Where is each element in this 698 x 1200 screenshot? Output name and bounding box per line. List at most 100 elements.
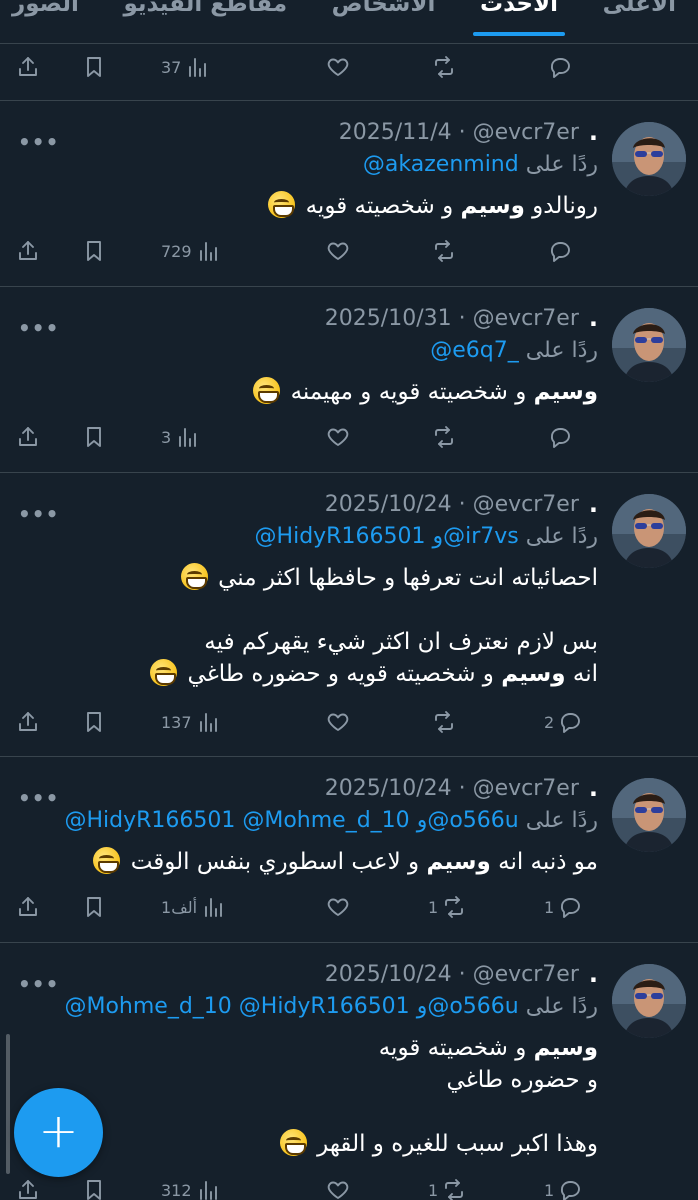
- tweet-text: وسيم و شخصيته قويه و مهيمنه: [38, 376, 598, 408]
- highlighted-word: وسيم: [533, 379, 598, 405]
- retweet-button[interactable]: [428, 707, 456, 737]
- views-button[interactable]: 3: [161, 422, 199, 452]
- heart-icon: [326, 895, 350, 919]
- avatar[interactable]: [612, 494, 686, 568]
- reply-button[interactable]: 1: [544, 1175, 582, 1200]
- tab-latest[interactable]: الأحدث: [480, 0, 558, 16]
- tweet[interactable]: ••• 2025/10/24 · @evcr7er. ردًا على @HidyR…: [0, 756, 698, 942]
- tweet[interactable]: ••• 2025/11/4 · @evcr7er. ردًا على @akazen…: [0, 100, 698, 286]
- like-button[interactable]: [326, 892, 350, 922]
- tweet-meta: 2025/10/24 · @evcr7er.: [325, 774, 598, 802]
- like-button[interactable]: [326, 1175, 350, 1200]
- views-count: 37: [161, 57, 182, 77]
- tab-photos[interactable]: الصور: [12, 0, 79, 16]
- bookmark-button[interactable]: [82, 236, 106, 266]
- tweet[interactable]: ••• 2025/10/31 · @evcr7er. ردًا على @e6q7_…: [0, 286, 698, 472]
- reply-button[interactable]: 2: [544, 707, 582, 737]
- text-segment: مو ذنبه انه: [490, 849, 598, 875]
- like-button[interactable]: [326, 236, 350, 266]
- compose-button[interactable]: +: [14, 1088, 103, 1177]
- views-button[interactable]: 312: [161, 1175, 220, 1200]
- tweet-date[interactable]: 2025/10/31: [325, 306, 452, 331]
- reply-mentions[interactable]: @HidyR166501 @Mohme_d_10 و@o566u: [64, 808, 518, 833]
- bookmark-button[interactable]: [82, 422, 106, 452]
- like-button[interactable]: [326, 52, 350, 82]
- retweet-button[interactable]: [428, 422, 456, 452]
- tweet-handle[interactable]: @evcr7er: [473, 962, 579, 987]
- tweet-text: احصائياته انت تعرفها و حافظها اكثر مني ب…: [38, 562, 598, 690]
- tweet-text-line: و حضوره طاغي: [38, 1064, 598, 1096]
- tab-people[interactable]: الأشخاص: [332, 0, 436, 16]
- search-results-page: الأعلى الأحدث الأشخاص مقاطع الفيديو الصو…: [0, 0, 698, 1200]
- retweet-button[interactable]: 1: [428, 892, 466, 922]
- share-button[interactable]: [16, 892, 40, 922]
- tweet-divider: [0, 286, 698, 287]
- replying-to: ردًا على @HidyR166501 @Mohme_d_10 و@o566…: [64, 808, 598, 833]
- views-button[interactable]: 1ألف: [161, 892, 225, 922]
- reply-button[interactable]: [544, 236, 572, 266]
- scrollbar[interactable]: [6, 1034, 10, 1174]
- tweet-handle[interactable]: @evcr7er: [473, 776, 579, 801]
- bookmark-button[interactable]: [82, 52, 106, 82]
- views-button[interactable]: 729: [161, 236, 220, 266]
- tweet-date[interactable]: 2025/11/4: [339, 120, 452, 145]
- retweet-button[interactable]: [428, 52, 456, 82]
- more-options-icon[interactable]: •••: [18, 786, 59, 810]
- reply-button[interactable]: [544, 52, 572, 82]
- bookmark-button[interactable]: [82, 892, 106, 922]
- avatar[interactable]: [612, 778, 686, 852]
- reply-icon: [548, 239, 572, 263]
- tweet-date[interactable]: 2025/10/24: [325, 962, 452, 987]
- tweet-date[interactable]: 2025/10/24: [325, 776, 452, 801]
- share-button[interactable]: [16, 236, 40, 266]
- tweet-handle[interactable]: @evcr7er: [473, 306, 579, 331]
- more-options-icon[interactable]: •••: [18, 972, 59, 996]
- views-button[interactable]: 37: [161, 52, 209, 82]
- text-segment: و حضوره طاغي: [446, 1067, 598, 1093]
- more-options-icon[interactable]: •••: [18, 502, 59, 526]
- avatar[interactable]: [612, 308, 686, 382]
- retweet-icon: [442, 895, 466, 919]
- views-count: 312: [161, 1180, 192, 1200]
- reply-mentions[interactable]: @e6q7_: [430, 338, 519, 363]
- tab-top[interactable]: الأعلى: [603, 0, 676, 16]
- tweet[interactable]: ••• 2025/10/24 · @evcr7er. ردًا على @HidyR…: [0, 472, 698, 756]
- bookmark-button[interactable]: [82, 707, 106, 737]
- more-options-icon[interactable]: •••: [18, 316, 59, 340]
- share-button[interactable]: [16, 52, 40, 82]
- replying-to: ردًا على @e6q7_: [430, 338, 598, 363]
- reply-button[interactable]: [544, 422, 572, 452]
- bookmark-icon: [82, 239, 106, 263]
- avatar[interactable]: [612, 122, 686, 196]
- tweet-text-line: [38, 1096, 598, 1128]
- more-options-icon[interactable]: •••: [18, 130, 59, 154]
- share-button[interactable]: [16, 1175, 40, 1200]
- tweet-handle[interactable]: @evcr7er: [473, 120, 579, 145]
- highlighted-word: وسيم: [460, 193, 525, 219]
- reply-mentions[interactable]: @Mohme_d_10 @HidyR166501 و@o566u: [64, 994, 518, 1019]
- tab-videos[interactable]: مقاطع الفيديو: [123, 0, 287, 16]
- bookmark-icon: [82, 1178, 106, 1200]
- reply-mentions[interactable]: @HidyR166501 و@ir7vs: [255, 524, 519, 549]
- share-button[interactable]: [16, 422, 40, 452]
- share-button[interactable]: [16, 707, 40, 737]
- bookmark-button[interactable]: [82, 1175, 106, 1200]
- reply-button[interactable]: 1: [544, 892, 582, 922]
- tweet-handle[interactable]: @evcr7er: [473, 492, 579, 517]
- tweet-divider: [0, 100, 698, 101]
- like-button[interactable]: [326, 422, 350, 452]
- like-button[interactable]: [326, 707, 350, 737]
- share-icon: [16, 55, 40, 79]
- reply-mentions[interactable]: @akazenmind: [363, 152, 519, 177]
- retweet-button[interactable]: 1: [428, 1175, 466, 1200]
- tweet[interactable]: ••• 2025/10/24 · @evcr7er. ردًا على @Mohme…: [0, 942, 698, 1200]
- views-button[interactable]: 137: [161, 707, 220, 737]
- tweet-date[interactable]: 2025/10/24: [325, 492, 452, 517]
- author-dot: .: [588, 960, 598, 988]
- avatar[interactable]: [612, 964, 686, 1038]
- retweet-button[interactable]: [428, 236, 456, 266]
- highlighted-word: وسيم: [533, 1035, 598, 1061]
- heart-icon: [326, 710, 350, 734]
- tweet-text-line: بس لازم نعترف ان اكثر شيء يقهركم فيه: [38, 626, 598, 658]
- tweet-divider: [0, 756, 698, 757]
